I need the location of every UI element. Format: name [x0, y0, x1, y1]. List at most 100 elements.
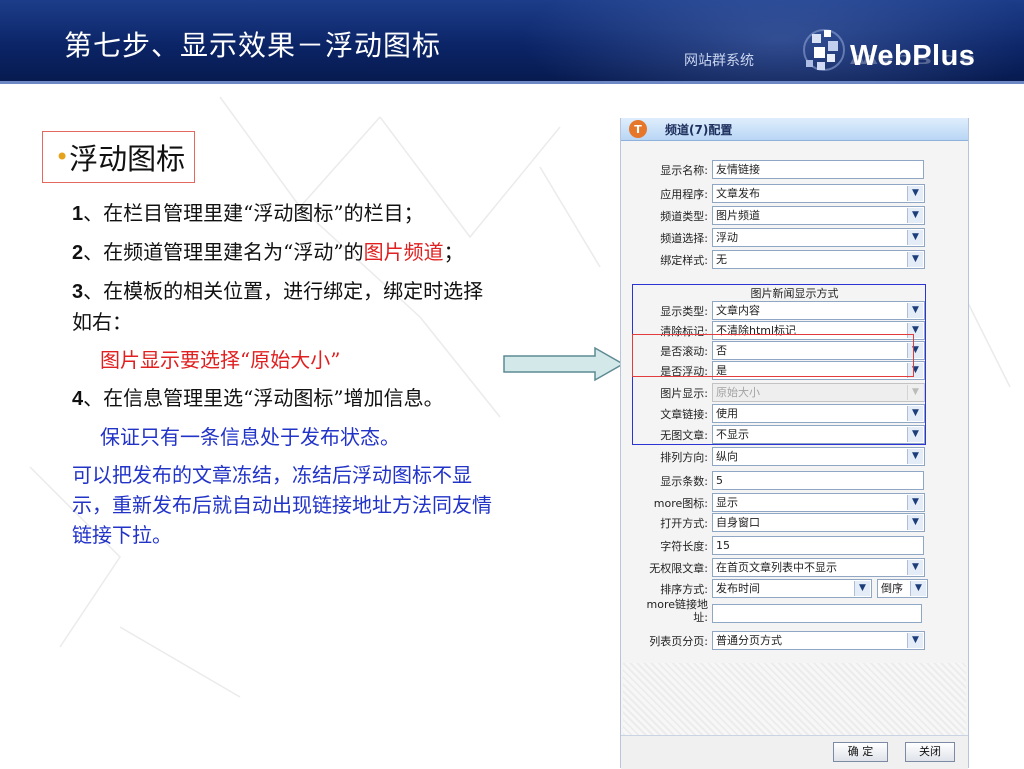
select-value: 文章发布	[716, 187, 760, 200]
channel-type-select[interactable]: 图片频道 ▼	[712, 206, 925, 225]
heading-text: 浮动图标	[69, 142, 186, 176]
right-arrow-icon	[503, 346, 625, 382]
open-mode-select[interactable]: 自身窗口 ▼	[712, 513, 925, 532]
char-length-input[interactable]: 15	[712, 536, 924, 555]
section-heading: • 浮动图标	[42, 131, 196, 183]
step-text-end: ；	[443, 240, 464, 264]
select-value: 自身窗口	[716, 516, 760, 529]
chevron-down-icon[interactable]: ▼	[907, 186, 923, 201]
item-count-input[interactable]: 5	[712, 471, 924, 490]
note-original-size: 图片显示要选择“原始大小”	[100, 348, 341, 372]
chevron-down-icon[interactable]: ▼	[907, 427, 923, 442]
row-display-type: 显示类型: 文章内容 ▼	[621, 301, 968, 321]
chevron-down-icon[interactable]: ▼	[854, 581, 870, 596]
field-label: 无图文章:	[660, 429, 708, 442]
article-link-select[interactable]: 使用 ▼	[712, 404, 925, 423]
direction-select[interactable]: 纵向 ▼	[712, 447, 925, 466]
select-value: 发布时间	[716, 582, 760, 595]
row-image-display: 图片显示: 原始大小 ▼	[621, 383, 968, 403]
pagination-select[interactable]: 普通分页方式 ▼	[712, 631, 925, 650]
field-label: 显示类型:	[660, 305, 708, 318]
step-3: 3、在模板的相关位置，进行绑定，绑定时选择如右：	[72, 276, 500, 337]
display-type-select[interactable]: 文章内容 ▼	[712, 301, 925, 320]
select-value: 浮动	[716, 231, 738, 244]
field-label: 文章链接:	[660, 408, 708, 421]
field-label: 显示名称:	[660, 164, 708, 177]
select-value: 倒序	[881, 582, 903, 595]
webplus-logo-icon	[803, 29, 845, 71]
field-label: 列表页分页:	[649, 635, 708, 648]
row-more-icon: more图标: 显示 ▼	[621, 493, 968, 513]
note-freeze: 可以把发布的文章冻结，冻结后浮动图标不显示，重新发布后就自动出现链接地址方法同友…	[72, 463, 492, 547]
chevron-down-icon[interactable]: ▼	[907, 303, 923, 318]
step-number: 1	[72, 203, 84, 225]
slide-title: 第七步、显示效果－浮动图标	[64, 29, 442, 62]
field-label: 字符长度:	[660, 540, 708, 553]
chevron-down-icon[interactable]: ▼	[910, 581, 926, 596]
field-label: 排列方向:	[660, 451, 708, 464]
bullet-icon: •	[55, 143, 70, 171]
select-value: 使用	[716, 407, 738, 420]
close-button[interactable]: 关闭	[905, 742, 955, 762]
binding-style-select[interactable]: 无 ▼	[712, 250, 925, 269]
field-label: 打开方式:	[660, 517, 708, 530]
row-display-name: 显示名称: 友情链接	[621, 160, 968, 180]
config-icon: T	[629, 120, 647, 138]
dialog-footer: 确 定 关闭	[621, 735, 968, 769]
step-4: 4、在信息管理里选“浮动图标”增加信息。	[72, 383, 500, 414]
row-pagination: 列表页分页: 普通分页方式 ▼	[621, 631, 968, 651]
label-line-1: more链接地	[646, 598, 709, 611]
field-label: 频道选择:	[660, 232, 708, 245]
row-char-length: 字符长度: 15	[621, 536, 968, 556]
row-no-image-article: 无图文章: 不显示 ▼	[621, 425, 968, 445]
channel-choice-select[interactable]: 浮动 ▼	[712, 228, 925, 247]
select-value: 不显示	[716, 428, 749, 441]
chevron-down-icon[interactable]: ▼	[907, 515, 923, 530]
row-channel-type: 频道类型: 图片频道 ▼	[621, 206, 968, 226]
chevron-down-icon[interactable]: ▼	[907, 560, 923, 575]
step-number: 4	[72, 388, 84, 410]
application-select[interactable]: 文章发布 ▼	[712, 184, 925, 203]
empty-area	[623, 663, 966, 735]
no-permission-select[interactable]: 在首页文章列表中不显示 ▼	[712, 558, 925, 577]
step-text: 、在栏目管理里建“浮动图标”的栏目；	[83, 201, 424, 225]
chevron-down-icon[interactable]: ▼	[907, 633, 923, 648]
chevron-down-icon[interactable]: ▼	[907, 208, 923, 223]
row-article-link: 文章链接: 使用 ▼	[621, 404, 968, 424]
field-label: 应用程序:	[660, 188, 708, 201]
field-label: 排序方式:	[660, 583, 708, 596]
ok-button[interactable]: 确 定	[833, 742, 888, 762]
chevron-down-icon[interactable]: ▼	[907, 252, 923, 267]
select-value: 显示	[716, 496, 738, 509]
select-value: 在首页文章列表中不显示	[716, 561, 837, 574]
chevron-down-icon[interactable]: ▼	[907, 495, 923, 510]
instruction-list: 1、在栏目管理里建“浮动图标”的栏目； 2、在频道管理里建名为“浮动”的图片频道…	[72, 198, 500, 558]
sort-order-select[interactable]: 倒序 ▼	[877, 579, 928, 598]
row-item-count: 显示条数: 5	[621, 471, 968, 491]
dialog-title: 频道(7)配置	[665, 122, 733, 137]
select-value: 原始大小	[716, 386, 760, 399]
select-value: 纵向	[716, 450, 738, 463]
select-value: 普通分页方式	[716, 634, 782, 647]
chevron-down-icon[interactable]: ▼	[907, 230, 923, 245]
row-binding-style: 绑定样式: 无 ▼	[621, 250, 968, 270]
group-title: 图片新闻显示方式	[750, 287, 839, 300]
no-image-article-select[interactable]: 不显示 ▼	[712, 425, 925, 444]
sort-field-select[interactable]: 发布时间 ▼	[712, 579, 872, 598]
field-label: more链接地 址:	[647, 598, 709, 624]
highlight-box	[632, 334, 914, 377]
chevron-down-icon[interactable]: ▼	[907, 406, 923, 421]
more-link-input[interactable]	[712, 604, 922, 623]
more-icon-select[interactable]: 显示 ▼	[712, 493, 925, 512]
note-single-publish: 保证只有一条信息处于发布状态。	[100, 425, 400, 449]
row-direction: 排列方向: 纵向 ▼	[621, 447, 968, 467]
brand-name-reflection: WebPlus	[850, 51, 976, 66]
step-text: 、在频道管理里建名为“浮动”的	[83, 240, 364, 264]
select-value: 文章内容	[716, 304, 760, 317]
display-name-input[interactable]: 友情链接	[712, 160, 924, 179]
field-label: 绑定样式:	[660, 254, 708, 267]
step-number: 3	[72, 281, 84, 303]
field-label: 图片显示:	[660, 387, 708, 400]
chevron-down-icon[interactable]: ▼	[907, 449, 923, 464]
field-label: 显示条数:	[660, 475, 708, 488]
